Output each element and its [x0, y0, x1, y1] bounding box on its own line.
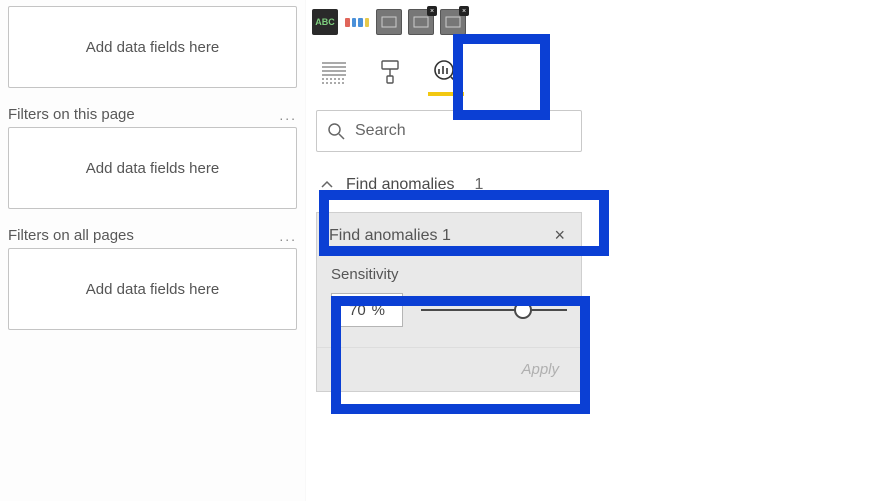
filter-drop-zone[interactable]: Add data fields here [8, 6, 297, 88]
filters-pane: Add data fields here Filters on this pag… [0, 0, 306, 501]
close-icon: × [554, 225, 565, 245]
search-placeholder: Search [355, 122, 406, 140]
visualizations-pane: ABC × × [306, 0, 592, 501]
card-title: Find anomalies 1 [329, 227, 451, 245]
drop-zone-label: Add data fields here [86, 160, 219, 177]
more-icon[interactable]: ... [279, 107, 297, 123]
sensitivity-unit: % [372, 302, 385, 319]
accordion-count: 1 [475, 176, 484, 194]
sensitivity-label: Sensitivity [331, 266, 567, 283]
more-icon[interactable]: ... [279, 228, 297, 244]
drop-zone-label: Add data fields here [86, 281, 219, 298]
viz-gallery-row: ABC × × [306, 4, 592, 40]
filters-section-header-page[interactable]: Filters on this page ... [0, 96, 305, 127]
search-icon [327, 122, 345, 140]
sensitivity-value: 70 [349, 302, 366, 319]
card-footer: Apply [317, 347, 581, 391]
section-title: Filters on all pages [8, 227, 134, 244]
sensitivity-value-input[interactable]: 70 % [331, 293, 403, 327]
viz-type-treemap-icon[interactable] [344, 9, 370, 35]
format-tab-icon[interactable] [374, 56, 406, 88]
accordion-label: Find anomalies [346, 176, 455, 194]
viz-type-smart-narrative-icon[interactable]: ABC [312, 9, 338, 35]
slider-thumb[interactable] [514, 301, 532, 319]
viz-type-placeholder-icon[interactable] [376, 9, 402, 35]
chevron-up-icon [320, 178, 334, 192]
canvas-area [592, 0, 881, 501]
card-close-button[interactable]: × [550, 225, 569, 246]
search-input[interactable]: Search [316, 110, 582, 152]
apply-button[interactable]: Apply [515, 360, 565, 379]
slider-track [421, 309, 567, 311]
analytics-tab-icon[interactable] [430, 56, 462, 88]
viz-type-placeholder-icon[interactable]: × [440, 9, 466, 35]
fields-tab-icon[interactable] [318, 56, 350, 88]
sensitivity-section: Sensitivity 70 % [317, 256, 581, 347]
viz-tabs [306, 40, 592, 102]
drop-zone-label: Add data fields here [86, 39, 219, 56]
filters-section-header-all[interactable]: Filters on all pages ... [0, 217, 305, 248]
viz-type-placeholder-icon[interactable]: × [408, 9, 434, 35]
filter-drop-zone[interactable]: Add data fields here [8, 127, 297, 209]
section-title: Filters on this page [8, 106, 135, 123]
sensitivity-slider[interactable] [421, 300, 567, 320]
anomaly-card: Find anomalies 1 × Sensitivity 70 % [316, 212, 582, 392]
card-header: Find anomalies 1 × [317, 219, 581, 256]
filter-drop-zone[interactable]: Add data fields here [8, 248, 297, 330]
find-anomalies-accordion[interactable]: Find anomalies 1 [306, 158, 592, 212]
